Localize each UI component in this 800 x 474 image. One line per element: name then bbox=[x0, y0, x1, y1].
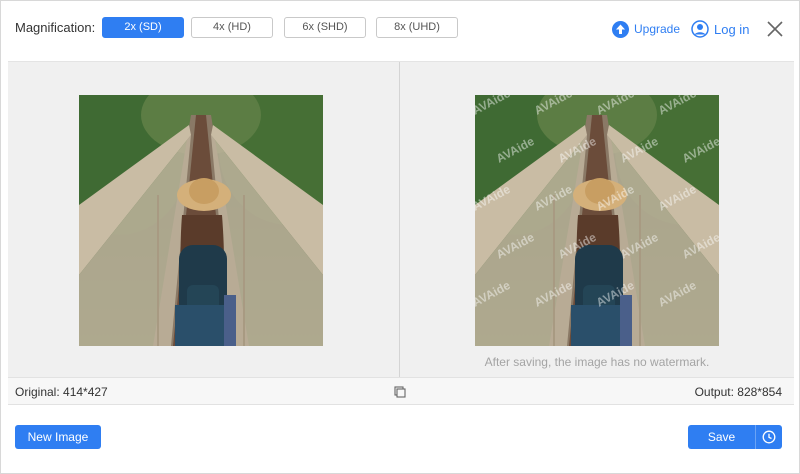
magnification-4x-button[interactable]: 4x (HD) bbox=[191, 17, 273, 38]
compare-icon[interactable] bbox=[394, 386, 406, 398]
user-icon bbox=[691, 20, 709, 38]
save-button-group: Save bbox=[688, 425, 782, 449]
watermark-note: After saving, the image has no watermark… bbox=[484, 355, 710, 369]
output-size-label: Output: 828*854 bbox=[694, 385, 782, 399]
login-label: Log in bbox=[714, 21, 750, 37]
history-button[interactable] bbox=[755, 425, 782, 449]
close-icon[interactable] bbox=[765, 19, 785, 39]
preview-divider bbox=[399, 62, 400, 378]
upgrade-arrow-icon bbox=[612, 20, 629, 38]
upgrade-link[interactable]: Upgrade bbox=[612, 19, 680, 39]
magnification-8x-button[interactable]: 8x (UHD) bbox=[376, 17, 458, 38]
upgrade-label: Upgrade bbox=[634, 22, 681, 36]
magnification-label: Magnification: bbox=[15, 20, 96, 35]
info-bar: Original: 414*427 Output: 828*854 bbox=[8, 377, 794, 405]
original-size-label: Original: 414*427 bbox=[15, 385, 108, 399]
magnification-6x-button[interactable]: 6x (SHD) bbox=[284, 17, 366, 38]
top-toolbar: Magnification: 2x (SD) 4x (HD) 6x (SHD) … bbox=[1, 1, 799, 61]
save-button[interactable]: Save bbox=[688, 425, 755, 449]
new-image-button[interactable]: New Image bbox=[15, 425, 101, 449]
image-upscaler-window: Magnification: 2x (SD) 4x (HD) 6x (SHD) … bbox=[0, 0, 800, 474]
clock-icon bbox=[762, 430, 776, 444]
output-image: AVAide AVAide AVAide AVAide AVAide AVAide AVAi… bbox=[475, 95, 719, 346]
original-image bbox=[79, 95, 323, 346]
preview-area: AVAide AVAide AVAide AVAide AVAide AVAide AVAi… bbox=[8, 61, 794, 378]
magnification-2x-button[interactable]: 2x (SD) bbox=[102, 17, 184, 38]
login-link[interactable]: Log in bbox=[691, 19, 749, 39]
